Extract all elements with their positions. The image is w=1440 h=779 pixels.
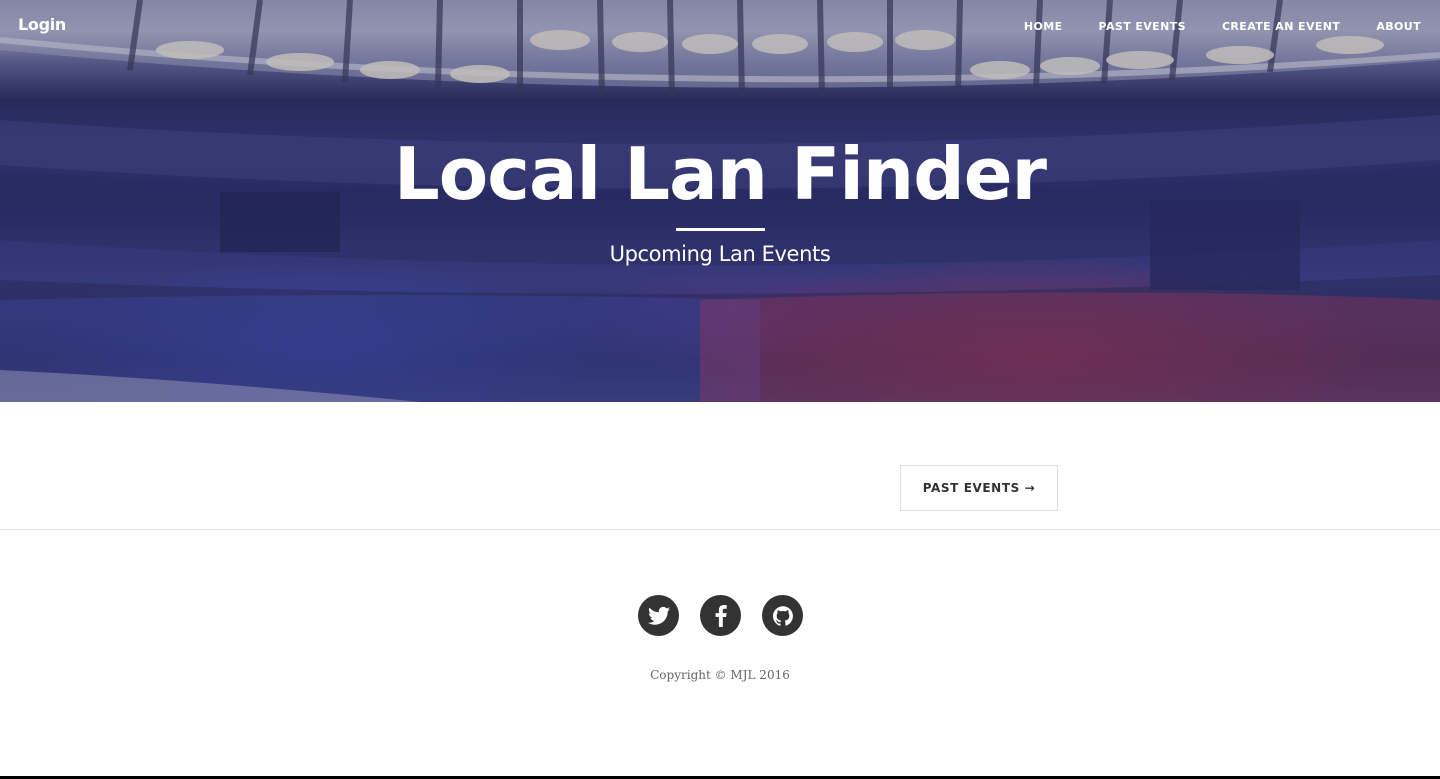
nav-about[interactable]: ABOUT [1376, 20, 1421, 33]
past-events-button[interactable]: PAST EVENTS → [900, 465, 1058, 511]
title-divider [676, 228, 765, 231]
facebook-link[interactable] [700, 595, 741, 636]
facebook-icon [715, 604, 727, 627]
twitter-icon [647, 606, 670, 625]
nav-home[interactable]: HOME [1024, 20, 1063, 33]
nav-past-events[interactable]: PAST EVENTS [1099, 20, 1186, 33]
copyright-text: Copyright © MJL 2016 [650, 668, 790, 682]
page-title: Local Lan Finder [393, 132, 1047, 216]
github-link[interactable] [762, 595, 803, 636]
login-link[interactable]: Login [18, 15, 66, 34]
section-divider [0, 529, 1440, 530]
social-links [638, 595, 803, 636]
github-icon [772, 605, 793, 626]
page: Login HOME PAST EVENTS CREATE AN EVENT A… [0, 0, 1440, 776]
hero-banner: Login HOME PAST EVENTS CREATE AN EVENT A… [0, 0, 1440, 402]
nav-create-event[interactable]: CREATE AN EVENT [1222, 20, 1340, 33]
page-subtitle: Upcoming Lan Events [609, 242, 831, 266]
main-navigation: HOME PAST EVENTS CREATE AN EVENT ABOUT [988, 20, 1421, 33]
twitter-link[interactable] [638, 595, 679, 636]
